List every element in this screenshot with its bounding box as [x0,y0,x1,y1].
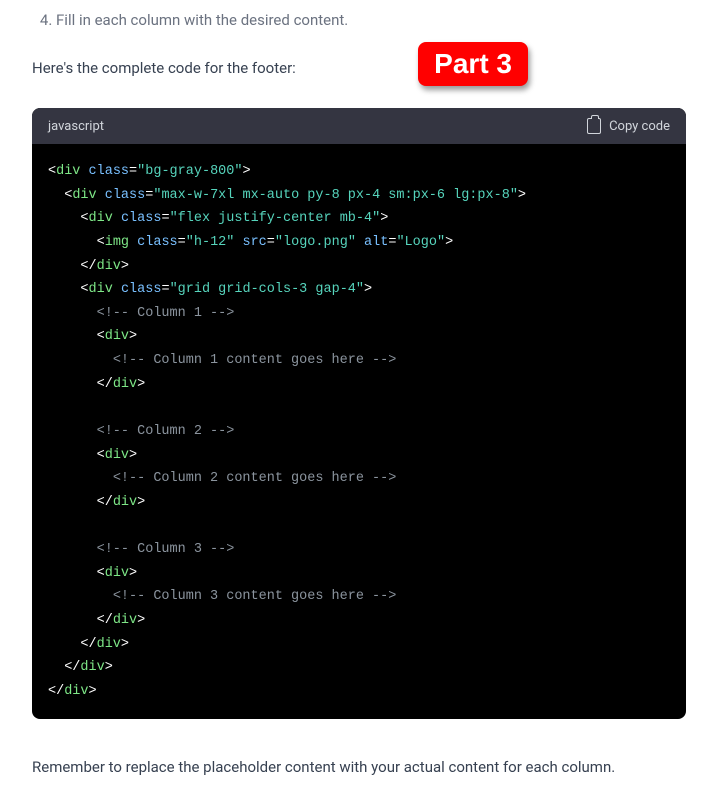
closing-text: Remember to replace the placeholder cont… [32,755,686,779]
part-badge: Part 3 [418,42,528,86]
clipboard-icon [587,118,601,134]
intro-text: Here's the complete code for the footer: [32,56,686,80]
code-lang-label: javascript [48,119,104,134]
step-text: Fill in each column with the desired con… [56,11,348,29]
step-list: Fill in each column with the desired con… [32,8,686,32]
code-body: <div class="bg-gray-800"> <div class="ma… [32,144,686,719]
copy-code-label: Copy code [609,119,670,134]
code-block: javascript Copy code <div class="bg-gray… [32,108,686,719]
copy-code-button[interactable]: Copy code [587,118,670,134]
code-header: javascript Copy code [32,108,686,144]
step-item: Fill in each column with the desired con… [56,8,686,32]
